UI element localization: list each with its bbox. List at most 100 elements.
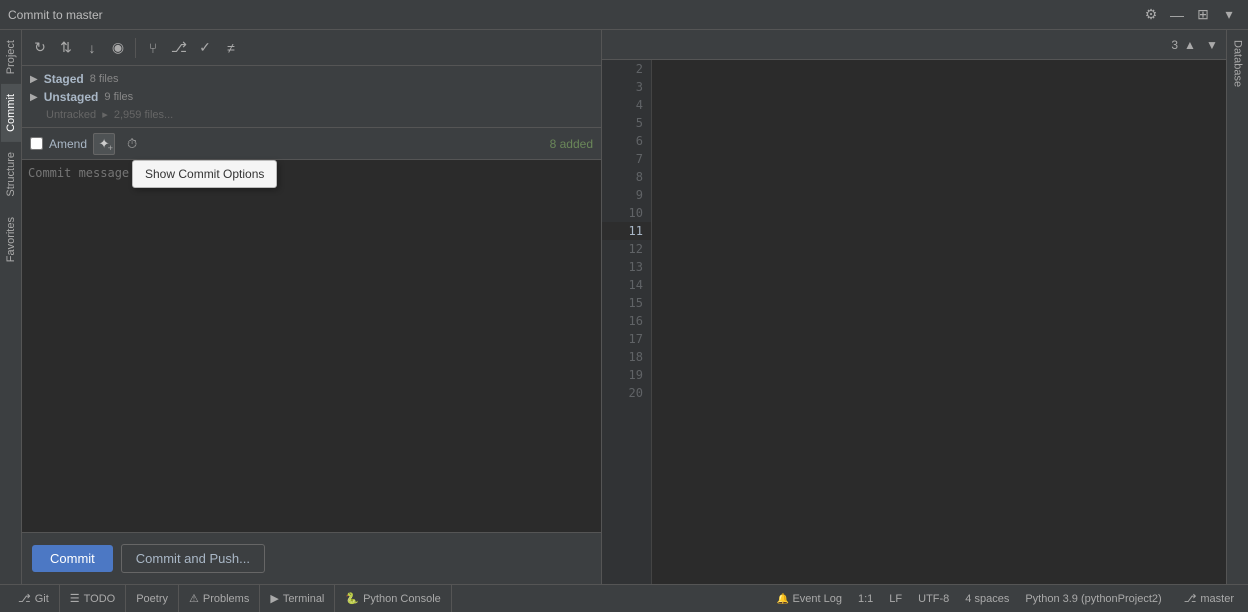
commit-button[interactable]: Commit: [32, 545, 113, 572]
line-number-14: 14: [602, 276, 651, 294]
line-number-3: 3: [602, 78, 651, 96]
tab-problems[interactable]: ⚠ Problems: [179, 585, 260, 612]
commit-toolbar: ↻ ⇅ ↓ ◉ ⑂ ⎇ ✓ ≠: [22, 30, 601, 66]
commit-panel: ↻ ⇅ ↓ ◉ ⑂ ⎇ ✓ ≠ ▶ Staged 8 files ▶ Unsta…: [22, 30, 602, 584]
line-gutter: 234567891011121314151617181920: [602, 60, 652, 584]
code-area[interactable]: [652, 60, 1226, 584]
line-number-18: 18: [602, 348, 651, 366]
line-number-16: 16: [602, 312, 651, 330]
tab-poetry-label: Poetry: [136, 593, 168, 605]
line-number-11: 11: [602, 222, 651, 240]
indent-size[interactable]: 4 spaces: [965, 593, 1009, 605]
commit-and-push-button[interactable]: Commit and Push...: [121, 544, 265, 573]
update-button[interactable]: ⇅: [54, 36, 78, 60]
event-log-icon: 🔔: [777, 594, 789, 605]
editor-nav-up[interactable]: ▲: [1180, 35, 1200, 55]
editor-content: 234567891011121314151617181920: [602, 60, 1226, 584]
amend-checkbox[interactable]: [30, 137, 43, 150]
file-list: ▶ Staged 8 files ▶ Unstaged 9 files Untr…: [22, 66, 601, 128]
plus-overlay-icon: +: [108, 143, 113, 153]
branch-icon: ⎇: [1184, 592, 1197, 605]
tab-python-label: Python Console: [363, 593, 441, 605]
tab-git[interactable]: ⎇ Git: [8, 585, 60, 612]
line-number-6: 6: [602, 132, 651, 150]
title-bar-text: Commit to master: [8, 8, 103, 22]
event-log-link[interactable]: 🔔 Event Log: [777, 593, 842, 605]
line-number-9: 9: [602, 186, 651, 204]
untracked-partial: Untracked ▸ 2,959 files...: [22, 106, 601, 123]
line-number-7: 7: [602, 150, 651, 168]
line-number-5: 5: [602, 114, 651, 132]
tab-terminal[interactable]: ▶ Terminal: [260, 585, 335, 612]
branch-label[interactable]: ⎇ master: [1178, 590, 1240, 607]
tab-poetry[interactable]: Poetry: [126, 585, 179, 612]
amend-row: Amend ✦ + ⏱ 8 added Show Commit Options: [22, 128, 601, 160]
chevron-down-button[interactable]: ▾: [1218, 4, 1240, 26]
git-icon: ⎇: [18, 592, 31, 605]
line-ending[interactable]: LF: [889, 593, 902, 605]
line-number-12: 12: [602, 240, 651, 258]
encoding[interactable]: UTF-8: [918, 593, 949, 605]
interpreter[interactable]: Python 3.9 (pythonProject2): [1025, 593, 1161, 605]
python-icon: 🐍: [345, 592, 359, 605]
toolbar-divider: [135, 38, 136, 58]
line-number-4: 4: [602, 96, 651, 114]
line-number-13: 13: [602, 258, 651, 276]
sidebar-item-favorites[interactable]: Favorites: [1, 207, 21, 272]
tab-todo-label: TODO: [84, 593, 116, 605]
title-bar: Commit to master ⚙ — ⊞ ▾: [0, 0, 1248, 30]
branch-button[interactable]: ⑂: [141, 36, 165, 60]
tab-git-label: Git: [35, 593, 49, 605]
expand-button[interactable]: ⊞: [1192, 4, 1214, 26]
amend-history-button[interactable]: ⏱: [121, 133, 143, 155]
fetch-button[interactable]: ↓: [80, 36, 104, 60]
unstaged-chevron-icon: ▶: [30, 92, 38, 103]
eye-button[interactable]: ◉: [106, 36, 130, 60]
minimize-button[interactable]: —: [1166, 4, 1188, 26]
staged-label: Staged: [44, 72, 84, 86]
title-bar-controls: ⚙ — ⊞ ▾: [1140, 4, 1240, 26]
problems-icon: ⚠: [189, 592, 199, 605]
line-number-8: 8: [602, 168, 651, 186]
unstaged-label: Unstaged: [44, 90, 99, 104]
line-number-17: 17: [602, 330, 651, 348]
cursor-position[interactable]: 1:1: [858, 593, 873, 605]
amend-label: Amend: [49, 137, 87, 151]
right-sidebar: Database: [1226, 30, 1248, 584]
line-number-2: 2: [602, 60, 651, 78]
amend-gear-button[interactable]: ✦ +: [93, 133, 115, 155]
tab-python-console[interactable]: 🐍 Python Console: [335, 585, 451, 612]
line-number-10: 10: [602, 204, 651, 222]
sidebar-item-structure[interactable]: Structure: [1, 142, 21, 207]
left-sidebar: Project Commit Structure Favorites: [0, 30, 22, 584]
show-commit-options-tooltip: Show Commit Options: [132, 160, 277, 188]
sidebar-item-commit[interactable]: Commit: [1, 84, 21, 142]
diff-button[interactable]: ≠: [219, 36, 243, 60]
terminal-icon: ▶: [270, 592, 278, 605]
resolve-button[interactable]: ✓: [193, 36, 217, 60]
staged-count: 8 files: [90, 73, 119, 85]
status-bar: ⎇ Git ☰ TODO Poetry ⚠ Problems ▶ Termina…: [0, 584, 1248, 612]
tab-todo[interactable]: ☰ TODO: [60, 585, 126, 612]
staged-group[interactable]: ▶ Staged 8 files: [22, 70, 601, 88]
tab-terminal-label: Terminal: [283, 593, 325, 605]
unstaged-count: 9 files: [104, 91, 133, 103]
commit-message-input[interactable]: [26, 164, 597, 528]
added-badge: 8 added: [550, 137, 593, 151]
staged-chevron-icon: ▶: [30, 74, 38, 85]
settings-button[interactable]: ⚙: [1140, 4, 1162, 26]
line-counter: 3: [1158, 38, 1178, 52]
line-number-15: 15: [602, 294, 651, 312]
line-number-20: 20: [602, 384, 651, 402]
merge-button[interactable]: ⎇: [167, 36, 191, 60]
todo-icon: ☰: [70, 592, 80, 605]
editor-nav-down[interactable]: ▼: [1202, 35, 1222, 55]
refresh-button[interactable]: ↻: [28, 36, 52, 60]
sidebar-item-project[interactable]: Project: [1, 30, 21, 84]
line-number-19: 19: [602, 366, 651, 384]
unstaged-group[interactable]: ▶ Unstaged 9 files: [22, 88, 601, 106]
editor-area: 3 ▲ ▼ 234567891011121314151617181920: [602, 30, 1226, 584]
commit-buttons-bar: Commit Commit and Push...: [22, 532, 601, 584]
main-layout: Project Commit Structure Favorites ↻ ⇅ ↓…: [0, 30, 1248, 584]
sidebar-item-database[interactable]: Database: [1228, 30, 1248, 97]
